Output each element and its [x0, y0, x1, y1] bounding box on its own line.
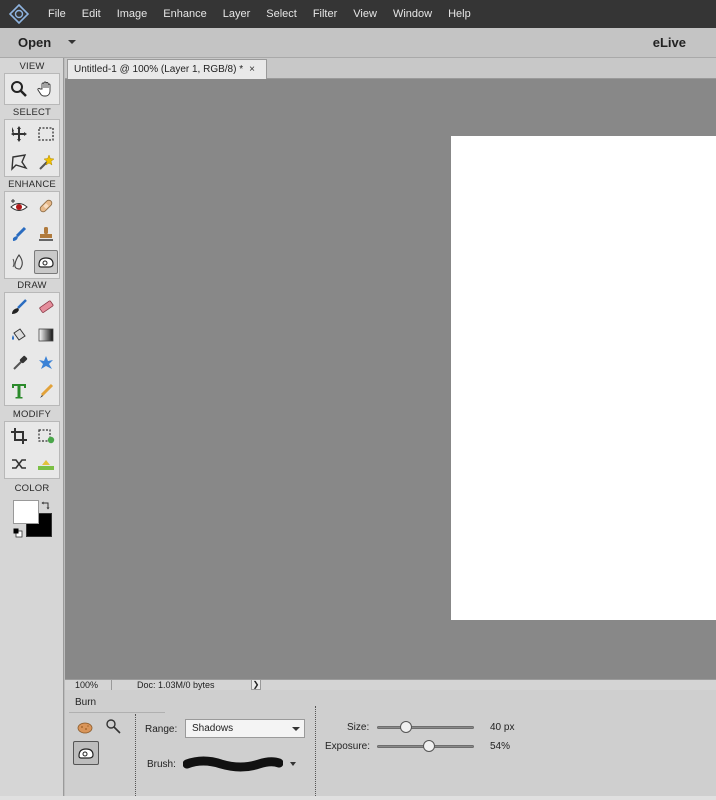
recompose-icon[interactable] — [34, 424, 58, 448]
brush-dropdown-icon[interactable] — [290, 762, 296, 766]
section-label-view: VIEW — [19, 61, 45, 72]
chevron-down-icon — [292, 727, 300, 731]
size-label: Size: — [347, 722, 370, 733]
section-label-modify: MODIFY — [12, 409, 52, 420]
brush-preview[interactable] — [183, 754, 283, 774]
section-label-enhance: ENHANCE — [8, 179, 56, 190]
foreground-color-swatch[interactable] — [13, 500, 39, 524]
brush-label: Brush: — [147, 759, 176, 770]
status-menu-arrow-icon[interactable]: ❯ — [251, 679, 261, 690]
menu-help[interactable]: Help — [440, 0, 479, 28]
menu-file[interactable]: File — [40, 0, 74, 28]
zoom-level[interactable]: 100% — [75, 680, 98, 690]
type-icon[interactable] — [7, 379, 31, 403]
document-info: Doc: 1.03M/0 bytes — [137, 680, 215, 690]
status-bar: 100% Doc: 1.03M/0 bytes ❯ — [65, 679, 716, 691]
spot-healing-icon[interactable] — [34, 194, 58, 218]
magic-wand-icon[interactable] — [34, 150, 58, 174]
color-picker-icon[interactable] — [7, 351, 31, 375]
section-label-draw: DRAW — [17, 280, 47, 291]
menu-image[interactable]: Image — [109, 0, 156, 28]
tool-group-modify — [4, 421, 60, 479]
burn-tool-option-icon[interactable] — [73, 741, 99, 765]
options-divider — [135, 714, 136, 798]
exposure-label: Exposure: — [325, 741, 371, 752]
tool-group-view — [4, 73, 60, 105]
section-label-select: SELECT — [12, 107, 52, 118]
document-tab[interactable]: Untitled-1 @ 100% (Layer 1, RGB/8) * × — [67, 59, 267, 79]
size-slider[interactable] — [377, 726, 474, 729]
range-select-value: Shadows — [192, 723, 234, 734]
menu-window[interactable]: Window — [385, 0, 440, 28]
document-tab-label: Untitled-1 @ 100% (Layer 1, RGB/8) * — [74, 64, 244, 75]
crop-icon[interactable] — [7, 424, 31, 448]
open-dropdown-icon[interactable] — [68, 40, 76, 44]
open-button[interactable]: Open — [18, 35, 51, 50]
burn-icon[interactable] — [34, 250, 58, 274]
eraser-icon[interactable] — [34, 295, 58, 319]
marquee-icon[interactable] — [34, 122, 58, 146]
custom-shape-icon[interactable] — [34, 351, 58, 375]
content-aware-move-icon[interactable] — [7, 452, 31, 476]
menu-edit[interactable]: Edit — [74, 0, 109, 28]
straighten-icon[interactable] — [34, 452, 58, 476]
menu-select[interactable]: Select — [258, 0, 305, 28]
hand-icon[interactable] — [34, 77, 58, 101]
lasso-icon[interactable] — [7, 150, 31, 174]
clone-stamp-icon[interactable] — [34, 222, 58, 246]
close-icon[interactable]: × — [249, 64, 255, 75]
exposure-value: 54% — [490, 741, 511, 752]
menu-filter[interactable]: Filter — [305, 0, 345, 28]
range-label: Range: — [145, 724, 178, 735]
menu-layer[interactable]: Layer — [215, 0, 259, 28]
canvas-workspace[interactable] — [65, 79, 716, 679]
document-canvas[interactable] — [451, 136, 716, 620]
swap-colors-icon[interactable] — [41, 500, 51, 510]
exposure-slider-thumb[interactable] — [423, 740, 436, 752]
options-divider — [315, 706, 316, 798]
tool-group-select — [4, 119, 60, 177]
tool-options-title: Burn — [75, 697, 97, 708]
menu-bar: File Edit Image Enhance Layer Select Fil… — [0, 0, 716, 28]
range-select[interactable]: Shadows — [185, 719, 305, 738]
brush-icon[interactable] — [7, 295, 31, 319]
size-value: 40 px — [490, 722, 515, 733]
elive-button[interactable]: eLive — [653, 35, 686, 50]
sponge-tool-icon[interactable] — [73, 715, 97, 739]
document-tab-bar: Untitled-1 @ 100% (Layer 1, RGB/8) * × — [65, 58, 716, 79]
tool-group-draw — [4, 292, 60, 406]
smart-brush-icon[interactable] — [7, 222, 31, 246]
section-label-color: COLOR — [14, 483, 50, 494]
bottom-panel-bar — [0, 796, 716, 800]
app-logo-icon[interactable] — [6, 4, 32, 24]
tool-options-divider — [69, 712, 165, 713]
move-icon[interactable] — [7, 122, 31, 146]
zoom-icon[interactable] — [7, 77, 31, 101]
toolbox: VIEW SELECT ENHANCE DRAW MODIFY COLOR — [0, 58, 64, 800]
tool-group-enhance — [4, 191, 60, 279]
action-bar: Open eLive — [0, 28, 716, 58]
pencil-icon[interactable] — [34, 379, 58, 403]
size-slider-thumb[interactable] — [400, 721, 413, 733]
default-colors-icon[interactable] — [13, 528, 23, 538]
dodge-tool-icon[interactable] — [101, 714, 125, 738]
gradient-icon[interactable] — [34, 323, 58, 347]
paint-bucket-icon[interactable] — [7, 323, 31, 347]
menu-view[interactable]: View — [345, 0, 385, 28]
menu-enhance[interactable]: Enhance — [155, 0, 214, 28]
red-eye-icon[interactable] — [7, 194, 31, 218]
tool-options-panel: Burn Range: Shadows Brush: Size: 40 px E… — [65, 690, 716, 800]
blur-icon[interactable] — [7, 250, 31, 274]
